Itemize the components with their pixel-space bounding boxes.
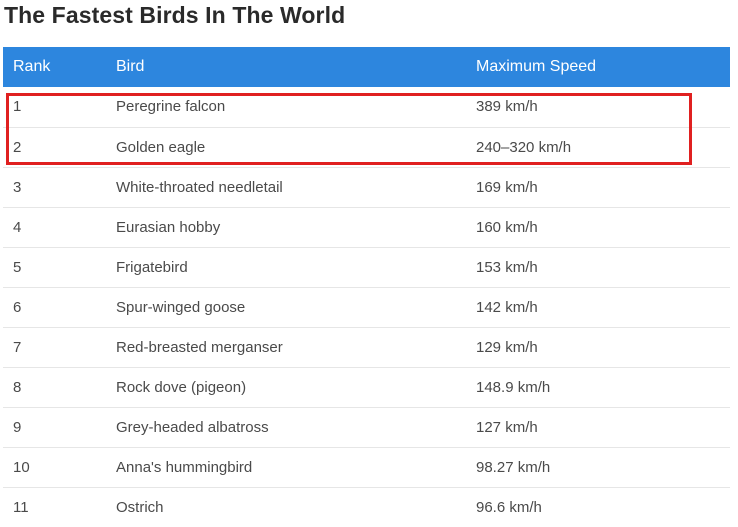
cell-bird: White-throated needletail bbox=[106, 167, 466, 208]
table-row: 1 Peregrine falcon 389 km/h bbox=[3, 87, 730, 128]
cell-speed: 142 km/h bbox=[466, 287, 730, 328]
table-row: 10 Anna's hummingbird 98.27 km/h bbox=[3, 447, 730, 488]
cell-speed: 389 km/h bbox=[466, 87, 730, 128]
cell-bird: Spur-winged goose bbox=[106, 287, 466, 328]
cell-speed: 240–320 km/h bbox=[466, 127, 730, 168]
cell-speed: 127 km/h bbox=[466, 407, 730, 448]
cell-rank: 7 bbox=[3, 327, 106, 368]
header-rank: Rank bbox=[3, 47, 106, 87]
header-maximum-speed: Maximum Speed bbox=[466, 47, 730, 87]
cell-rank: 4 bbox=[3, 207, 106, 248]
cell-rank: 10 bbox=[3, 447, 106, 488]
cell-speed: 98.27 km/h bbox=[466, 447, 730, 488]
cell-bird: Golden eagle bbox=[106, 127, 466, 168]
cell-speed: 96.6 km/h bbox=[476, 498, 542, 516]
table-row: 2 Golden eagle 240–320 km/h bbox=[3, 127, 730, 168]
table-row: 7 Red-breasted merganser 129 km/h bbox=[3, 327, 730, 368]
header-bird: Bird bbox=[106, 47, 466, 87]
table-header-row: Rank Bird Maximum Speed bbox=[3, 47, 730, 87]
table-row: 4 Eurasian hobby 160 km/h bbox=[3, 207, 730, 248]
cell-rank: 6 bbox=[3, 287, 106, 328]
cell-rank: 11 bbox=[13, 498, 29, 516]
table-row: 3 White-throated needletail 169 km/h bbox=[3, 167, 730, 208]
cell-rank: 8 bbox=[3, 367, 106, 408]
cell-rank: 2 bbox=[3, 127, 106, 168]
birds-table: Rank Bird Maximum Speed 1 Peregrine falc… bbox=[3, 47, 730, 527]
cell-bird: Anna's hummingbird bbox=[106, 447, 466, 488]
cell-speed: 148.9 km/h bbox=[466, 367, 730, 408]
cell-rank: 5 bbox=[3, 247, 106, 288]
cell-bird: Peregrine falcon bbox=[106, 87, 466, 128]
cell-bird: Grey-headed albatross bbox=[106, 407, 466, 448]
cell-speed: 169 km/h bbox=[466, 167, 730, 208]
table-row: 11 Ostrich 96.6 km/h bbox=[3, 487, 730, 527]
birds-table-container: Rank Bird Maximum Speed 1 Peregrine falc… bbox=[3, 47, 730, 527]
table-row: 9 Grey-headed albatross 127 km/h bbox=[3, 407, 730, 448]
page-title: The Fastest Birds In The World bbox=[4, 2, 346, 28]
cell-rank: 1 bbox=[3, 87, 106, 128]
cell-speed: 129 km/h bbox=[466, 327, 730, 368]
cell-bird: Rock dove (pigeon) bbox=[106, 367, 466, 408]
cell-bird: Ostrich bbox=[116, 498, 164, 516]
cell-bird: Red-breasted merganser bbox=[106, 327, 466, 368]
cell-speed: 153 km/h bbox=[466, 247, 730, 288]
table-row: 6 Spur-winged goose 142 km/h bbox=[3, 287, 730, 328]
table-row: 5 Frigatebird 153 km/h bbox=[3, 247, 730, 288]
table-row: 8 Rock dove (pigeon) 148.9 km/h bbox=[3, 367, 730, 408]
cell-bird: Eurasian hobby bbox=[106, 207, 466, 248]
cell-speed: 160 km/h bbox=[466, 207, 730, 248]
cell-bird: Frigatebird bbox=[106, 247, 466, 288]
cell-rank: 9 bbox=[3, 407, 106, 448]
cell-rank: 3 bbox=[3, 167, 106, 208]
